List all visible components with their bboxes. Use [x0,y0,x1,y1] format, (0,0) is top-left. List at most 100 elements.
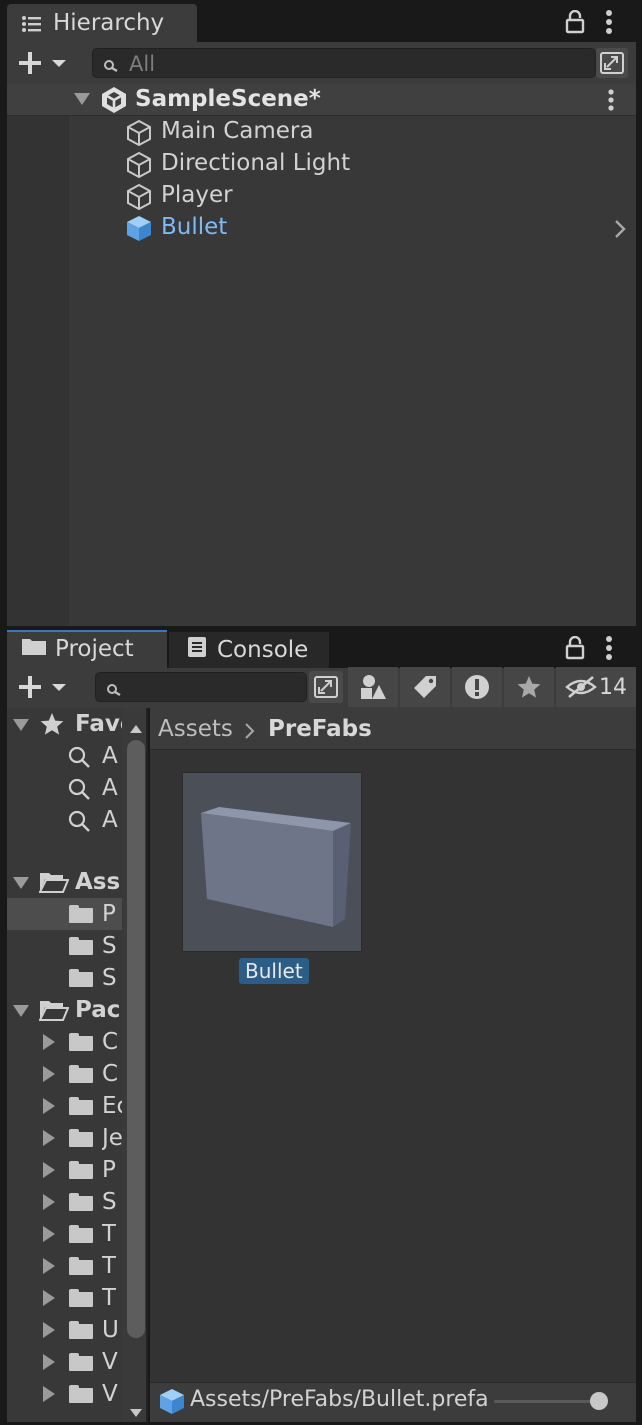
hierarchy-search-input[interactable]: All [92,48,596,78]
hierarchy-item[interactable]: Player [69,180,636,212]
prefab-open-chevron-icon[interactable] [613,219,627,245]
tree-favorite-item[interactable]: A [7,772,122,804]
tree-package-folder[interactable]: T [7,1282,122,1314]
favorite-search-button[interactable] [504,667,554,707]
folder-label: U [102,1317,119,1343]
assets-expand-arrow-icon[interactable] [13,877,29,889]
expand-arrow-icon[interactable] [43,1322,55,1338]
search-by-label-button[interactable] [400,667,450,707]
tree-folder[interactable]: S [7,930,122,962]
expand-arrow-icon[interactable] [43,1354,55,1370]
unity-scene-icon [100,86,128,120]
lock-icon[interactable] [564,10,586,34]
folder-icon [69,1033,93,1051]
expand-arrow-icon[interactable] [43,1130,55,1146]
tree-package-folder[interactable]: P [7,1154,122,1186]
hierarchy-item[interactable]: Directional Light [69,148,636,180]
folder-icon [69,1193,93,1211]
hidden-packages-count: 14 [599,674,627,700]
tree-folder[interactable]: S [7,962,122,994]
open-in-window-icon[interactable] [596,48,628,78]
packages-expand-arrow-icon[interactable] [13,1005,29,1017]
hierarchy-item-label: Player [161,182,233,208]
status-path: Assets/PreFabs/Bullet.prefa [190,1387,489,1412]
tree-assets[interactable]: Ass [7,866,122,898]
breadcrumb-separator-icon [244,721,256,746]
expand-arrow-icon[interactable] [43,1098,55,1114]
kebab-menu-icon[interactable] [598,8,620,36]
favorites-label: Favo [75,711,122,737]
search-by-importlog-button[interactable] [452,667,502,707]
folder-label: S [102,965,117,991]
star-icon [517,676,541,698]
tree-package-folder[interactable]: V [7,1378,122,1410]
expand-arrow-icon[interactable] [43,1386,55,1402]
folder-label: S [102,1189,117,1215]
tree-folder-selected[interactable]: P [7,898,122,930]
expand-arrow-icon[interactable] [43,1258,55,1274]
favorite-item-label: A [102,807,118,833]
breadcrumb-root[interactable]: Assets [158,713,233,745]
tree-package-folder[interactable]: Je [7,1122,122,1154]
folder-open-icon [38,871,70,898]
tree-packages[interactable]: Pacl [7,994,122,1026]
hierarchy-left-gutter [7,116,69,626]
project-open-in-window-icon[interactable] [309,671,343,703]
tab-hierarchy[interactable]: Hierarchy [7,4,197,42]
folder-icon [69,1097,93,1115]
search-icon [106,680,124,705]
tree-package-folder[interactable]: U [7,1314,122,1346]
create-dropdown-button[interactable] [14,46,70,80]
tree-package-folder[interactable]: V [7,1346,122,1378]
folder-icon [69,969,93,987]
hierarchy-window: Hierarchy All SampleScene* Main Camera D… [0,0,642,626]
warning-circle-icon [465,675,489,699]
folder-icon [69,1129,93,1147]
asset-tile[interactable]: Bullet [182,772,362,987]
project-create-dropdown-button[interactable] [14,670,70,704]
tab-project[interactable]: Project [7,630,167,668]
hierarchy-item[interactable]: Main Camera [69,116,636,148]
expand-arrow-icon[interactable] [43,1290,55,1306]
expand-arrow-icon[interactable] [43,1194,55,1210]
tree-favorite-item[interactable]: A [7,740,122,772]
tab-console[interactable]: Console [169,632,329,668]
folder-tree-scrollbar-thumb[interactable] [127,740,145,1338]
tree-favorites[interactable]: Favo [7,708,122,740]
expand-arrow-icon[interactable] [43,1226,55,1242]
folder-icon [69,1161,93,1179]
folder-icon [21,636,47,662]
breadcrumb-current[interactable]: PreFabs [268,713,372,745]
tree-package-folder[interactable]: T [7,1250,122,1282]
scroll-down-arrow-icon[interactable] [128,1400,144,1425]
assets-label: Ass [75,869,121,895]
tree-package-folder[interactable]: C [7,1026,122,1058]
expand-arrow-icon[interactable] [43,1034,55,1050]
project-lock-icon[interactable] [564,636,586,660]
expand-arrow-icon[interactable] [43,1066,55,1082]
zoom-slider-thumb[interactable] [589,1392,608,1410]
folder-label: P [102,901,116,927]
tree-package-folder[interactable]: C [7,1058,122,1090]
search-by-type-button[interactable] [348,667,398,707]
zoom-slider-track[interactable] [494,1400,604,1403]
project-search-input[interactable] [95,672,307,702]
search-icon [103,56,121,81]
hierarchy-item-label: Main Camera [161,118,314,144]
project-kebab-menu-icon[interactable] [598,634,620,662]
folder-icon [69,1065,93,1083]
folder-icon [69,1353,93,1371]
scroll-up-arrow-icon[interactable] [128,716,144,741]
scene-kebab-menu-icon[interactable] [600,86,622,114]
hierarchy-item-prefab[interactable]: Bullet [69,212,636,244]
expand-arrow-icon[interactable] [43,1162,55,1178]
tree-package-folder[interactable]: S [7,1186,122,1218]
tree-package-folder[interactable]: Ec [7,1090,122,1122]
favorites-expand-arrow-icon[interactable] [13,719,29,731]
folder-icon [69,1289,93,1307]
tree-package-folder[interactable]: T [7,1218,122,1250]
scene-expand-arrow-icon[interactable] [74,93,90,105]
hidden-packages-toggle[interactable]: 14 [556,667,636,707]
tree-favorite-item[interactable]: A [7,804,122,836]
folder-icon [69,1321,93,1339]
